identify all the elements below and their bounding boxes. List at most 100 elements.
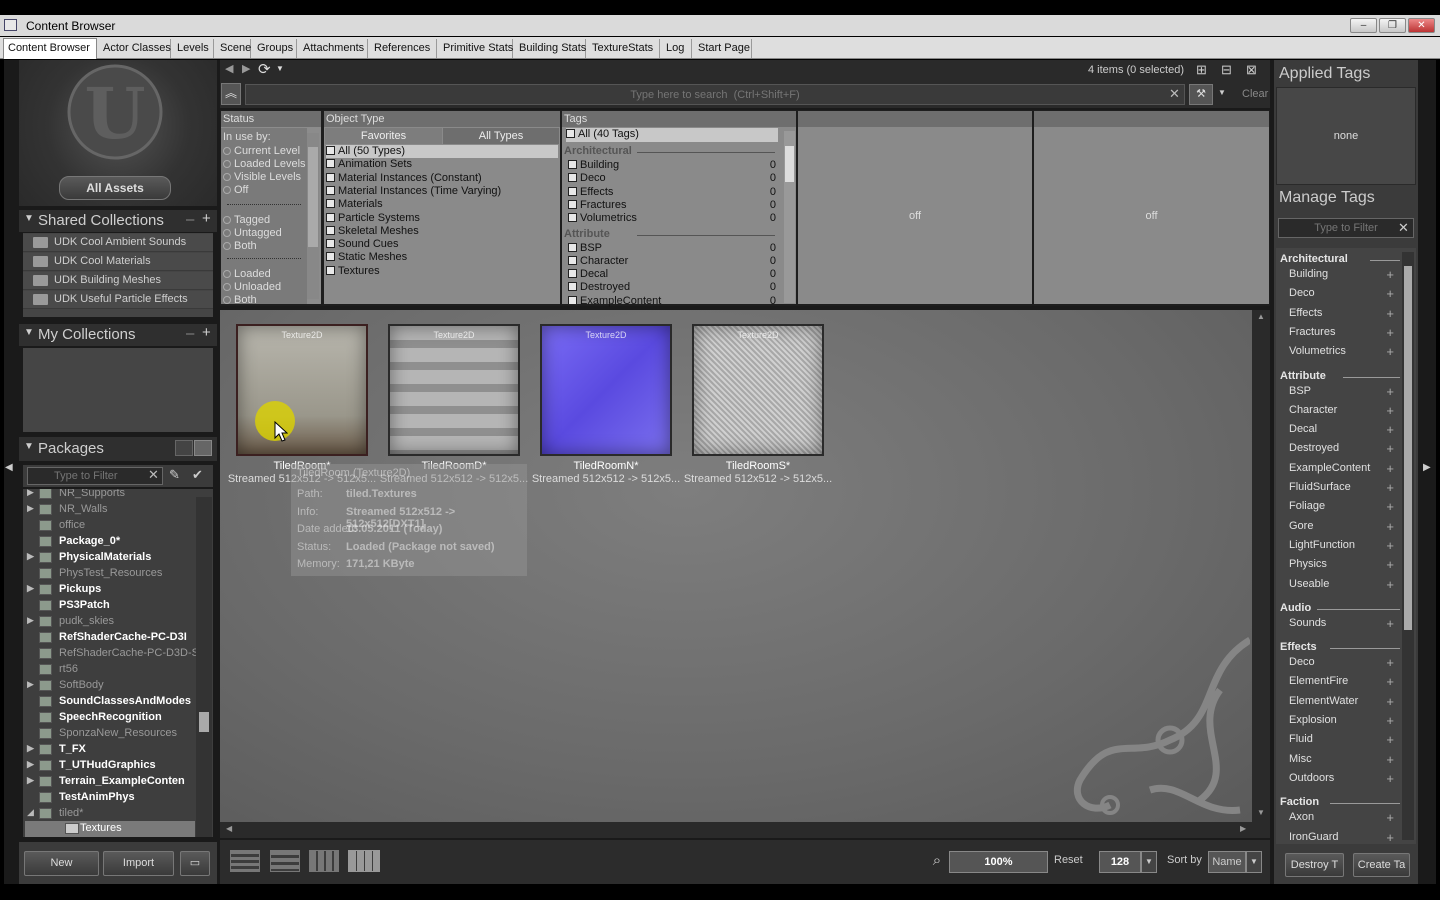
object-type-item[interactable]: Sound Cues <box>326 238 558 251</box>
package-item[interactable]: ▶ T_UTHudGraphics <box>23 758 213 774</box>
open-folder-icon[interactable]: ▭ <box>180 851 210 876</box>
add-tag-icon[interactable]: + <box>1386 384 1394 399</box>
checkbox-icon[interactable] <box>326 239 335 249</box>
tag-item[interactable]: IronGuard + <box>1276 830 1404 845</box>
checkbox-icon[interactable] <box>568 282 577 292</box>
thumbnail-size-field[interactable]: 128 <box>1099 851 1141 873</box>
expand-arrow-icon[interactable]: ▶ <box>27 679 34 690</box>
collapse-right-icon[interactable]: ▶ <box>1423 462 1431 473</box>
radio-icon[interactable] <box>223 186 231 194</box>
radio-icon[interactable] <box>223 270 231 278</box>
expand-arrow-icon[interactable]: ▶ <box>27 775 34 786</box>
asset-view-scrollbar[interactable]: ▲ ▼ <box>1252 310 1270 822</box>
tag-filter-item[interactable]: Effects 0 <box>568 186 776 199</box>
checkbox-icon[interactable] <box>326 225 335 235</box>
tag-item[interactable]: Gore + <box>1276 519 1404 539</box>
object-type-item[interactable]: Animation Sets <box>326 158 558 171</box>
import-button[interactable]: Import <box>103 851 174 876</box>
object-type-item[interactable]: Materials <box>326 198 558 211</box>
package-item[interactable]: Package_0* <box>23 534 213 550</box>
radio-icon[interactable] <box>223 160 231 168</box>
add-tag-icon[interactable]: + <box>1386 616 1394 631</box>
add-tag-icon[interactable]: + <box>1386 441 1394 456</box>
add-tag-icon[interactable]: + <box>1386 538 1394 553</box>
tag-item[interactable]: LightFunction + <box>1276 538 1404 558</box>
package-item[interactable]: SoundClassesAndModes <box>23 694 213 710</box>
add-tag-icon[interactable]: + <box>1386 286 1394 301</box>
expand-arrow-icon[interactable]: ▶ <box>27 583 34 594</box>
checkbox-icon[interactable] <box>568 213 577 223</box>
object-type-item[interactable]: Particle Systems <box>326 212 558 225</box>
package-item[interactable]: ▶ NR_Walls <box>23 502 213 518</box>
asset-thumbnail[interactable]: Texture2D <box>388 324 520 456</box>
close-button[interactable]: ✕ <box>1408 18 1435 33</box>
tag-item[interactable]: ElementWater + <box>1276 694 1404 714</box>
packages-filter-input[interactable] <box>27 467 163 485</box>
tab-content-browser[interactable]: Content Browser <box>3 38 97 59</box>
add-tag-icon[interactable]: + <box>1386 325 1394 340</box>
tab-primitive-stats[interactable]: Primitive Stats <box>439 39 513 58</box>
sort-select[interactable]: Name <box>1208 851 1246 873</box>
tab-actor-classes[interactable]: Actor Classes <box>99 39 171 58</box>
tag-item[interactable]: Foliage + <box>1276 499 1404 519</box>
add-tag-icon[interactable]: + <box>1386 557 1394 572</box>
radio-icon[interactable] <box>223 173 231 181</box>
tag-filter-item[interactable]: Character 0 <box>568 255 776 268</box>
favorites-tab[interactable]: Favorites <box>325 128 442 144</box>
tag-item[interactable]: Deco + <box>1276 655 1404 675</box>
search-input[interactable] <box>245 84 1185 105</box>
package-item[interactable]: ▶ Terrain_ExampleConten <box>23 774 213 790</box>
package-item[interactable]: PS3Patch <box>23 598 213 614</box>
checkmark-icon[interactable]: ✔ <box>192 467 203 483</box>
clear-search-icon[interactable]: ✕ <box>1169 86 1180 102</box>
minimize-button[interactable]: ‒ <box>1350 18 1377 33</box>
object-type-item[interactable]: Static Meshes <box>326 251 558 264</box>
status-option[interactable]: Both <box>223 240 323 256</box>
tag-item[interactable]: Deco + <box>1276 286 1404 306</box>
collapse-left-icon[interactable]: ◀ <box>5 462 13 473</box>
add-tag-icon[interactable]: + <box>1386 732 1394 747</box>
destroy-tag-button[interactable]: Destroy T <box>1285 853 1344 877</box>
create-tag-button[interactable]: Create Ta <box>1353 853 1410 877</box>
tag-item[interactable]: Effects + <box>1276 306 1404 326</box>
object-type-item[interactable]: All (50 Types) <box>326 145 558 158</box>
wrench-icon[interactable]: ⚒ <box>1189 84 1213 105</box>
new-window-icon[interactable]: ⊞ <box>1196 62 1207 78</box>
package-item[interactable]: TestAnimPhys <box>23 790 213 806</box>
package-item-selected[interactable]: Textures <box>25 821 195 837</box>
status-option[interactable]: Loaded <box>223 268 323 281</box>
refresh-dropdown-icon[interactable]: ▼ <box>276 64 284 73</box>
add-tag-icon[interactable]: + <box>1386 674 1394 689</box>
asset-thumbnail[interactable]: Texture2D <box>540 324 672 456</box>
tag-item[interactable]: Volumetrics + <box>1276 344 1404 364</box>
tag-filter-item[interactable]: ExampleContent 0 <box>568 295 776 308</box>
add-tag-icon[interactable]: + <box>1386 830 1394 845</box>
package-item[interactable]: SpeechRecognition <box>23 710 213 726</box>
radio-icon[interactable] <box>223 216 231 224</box>
add-tag-icon[interactable]: + <box>1386 344 1394 359</box>
asset-view-hscroll[interactable]: ◀ ▶ <box>220 822 1270 838</box>
add-tag-icon[interactable]: + <box>1386 480 1394 495</box>
tag-filter-item[interactable]: Deco 0 <box>568 172 776 185</box>
checkbox-icon[interactable] <box>326 146 335 155</box>
tag-item[interactable]: Axon + <box>1276 810 1404 830</box>
zoom-field[interactable]: 100% <box>949 851 1048 873</box>
object-type-item[interactable]: Skeletal Meshes <box>326 225 558 238</box>
object-type-item[interactable]: Textures <box>326 265 558 278</box>
close-browser-icon[interactable]: ⊠ <box>1246 62 1257 78</box>
add-tag-icon[interactable]: + <box>1386 403 1394 418</box>
checkbox-icon[interactable] <box>568 173 577 183</box>
clear-filter-icon[interactable]: ✕ <box>148 467 159 483</box>
pop-out-icon[interactable]: ⊟ <box>1221 62 1232 78</box>
all-tags-item[interactable]: All (40 Tags) <box>566 128 778 142</box>
object-type-item[interactable]: Material Instances (Time Varying) <box>326 185 558 198</box>
add-tag-icon[interactable]: + <box>1386 771 1394 786</box>
tab-attachments[interactable]: Attachments <box>299 39 368 58</box>
tag-item[interactable]: Fluid + <box>1276 732 1404 752</box>
tab-references[interactable]: References <box>370 39 437 58</box>
forward-icon[interactable]: ▶ <box>242 62 250 75</box>
list-view-icon[interactable] <box>175 440 193 456</box>
checkbox-icon[interactable] <box>568 242 577 252</box>
add-tag-icon[interactable]: + <box>1386 306 1394 321</box>
clear-tags-filter-icon[interactable]: ✕ <box>1398 220 1409 236</box>
